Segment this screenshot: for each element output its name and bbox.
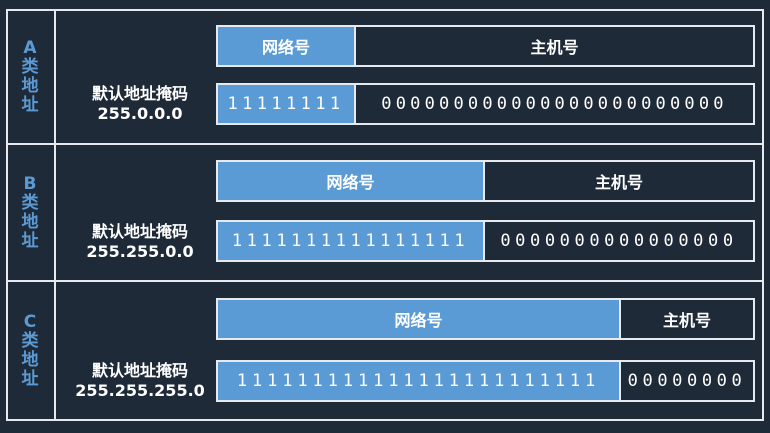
class-letter: B xyxy=(23,173,37,194)
network-field: 网络号 xyxy=(218,162,483,200)
class-c-field-bar: 网络号 主机号 xyxy=(216,298,755,340)
class-b-mask-label: 默认地址掩码 255.255.0.0 xyxy=(62,222,218,262)
host-bits: 00000000 xyxy=(619,362,753,400)
class-char: 类 xyxy=(21,331,39,351)
class-char: 址 xyxy=(21,94,39,115)
host-field: 主机号 xyxy=(354,27,753,65)
class-a-row: A 类 地 址 网络号 主机号 默认地址掩码 255.0.0.0 1111111… xyxy=(6,9,764,144)
class-b-mask-bar: 1111111111111111 0000000000000000 xyxy=(216,220,755,262)
mask-title: 默认地址掩码 xyxy=(91,361,188,380)
network-field: 网络号 xyxy=(218,27,354,65)
network-bits: 111111111111111111111111 xyxy=(218,362,619,400)
class-c-row: C 类 地 址 网络号 主机号 默认地址掩码 255.255.255.0 111… xyxy=(6,281,764,421)
mask-value: 255.0.0.0 xyxy=(97,104,183,123)
host-bits: 000000000000000000000000 xyxy=(354,85,753,123)
class-c-label: C 类 地 址 xyxy=(6,281,54,421)
network-bits: 11111111 xyxy=(218,85,354,123)
class-a-mask-bar: 11111111 000000000000000000000000 xyxy=(216,83,755,125)
mask-title: 默认地址掩码 xyxy=(91,84,188,103)
class-letter: A xyxy=(23,37,37,58)
class-a-label: A 类 地 址 xyxy=(6,9,54,144)
host-bits: 0000000000000000 xyxy=(483,222,753,260)
class-char: 址 xyxy=(21,230,39,251)
network-bits: 1111111111111111 xyxy=(218,222,483,260)
class-c-mask-bar: 111111111111111111111111 00000000 xyxy=(216,360,755,402)
class-char: 地 xyxy=(21,211,39,232)
class-char: 地 xyxy=(21,350,39,370)
network-field: 网络号 xyxy=(218,300,619,338)
host-field: 主机号 xyxy=(619,300,753,338)
class-c-mask-label: 默认地址掩码 255.255.255.0 xyxy=(62,361,218,401)
class-b-field-bar: 网络号 主机号 xyxy=(216,160,755,202)
host-field: 主机号 xyxy=(483,162,753,200)
class-a-field-bar: 网络号 主机号 xyxy=(216,25,755,67)
class-char: 类 xyxy=(21,56,39,77)
class-char: 址 xyxy=(21,369,39,389)
class-b-row: B 类 地 址 网络号 主机号 默认地址掩码 255.255.0.0 11111… xyxy=(6,144,764,281)
class-b-label: B 类 地 址 xyxy=(6,144,54,281)
class-letter: C xyxy=(23,312,37,332)
class-a-mask-label: 默认地址掩码 255.0.0.0 xyxy=(62,84,218,124)
mask-value: 255.255.255.0 xyxy=(75,381,205,400)
mask-value: 255.255.0.0 xyxy=(86,242,194,261)
mask-title: 默认地址掩码 xyxy=(91,222,188,241)
class-char: 地 xyxy=(21,75,39,96)
class-char: 类 xyxy=(21,192,39,213)
